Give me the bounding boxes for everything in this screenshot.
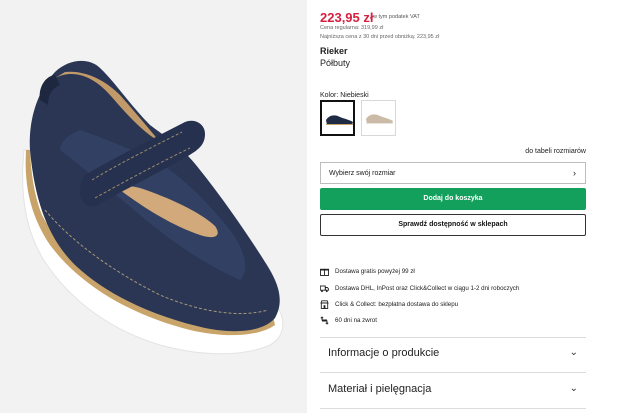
product-brand[interactable]: Rieker xyxy=(320,46,348,56)
beige-shoe-thumbnail xyxy=(366,114,393,124)
store-icon xyxy=(320,300,329,309)
divider xyxy=(320,372,586,373)
color-swatch-navy[interactable] xyxy=(320,100,355,136)
benefit-text: Dostawa DHL, InPost oraz Click&Collect w… xyxy=(335,285,520,292)
lowest-price-note: Najniższa cena z 30 dni przed obniżką: 2… xyxy=(320,34,440,40)
product-shoe-image xyxy=(22,60,284,355)
divider xyxy=(320,408,586,409)
benefit-text: 60 dni na zwrot xyxy=(335,317,377,324)
navy-shoe-thumbnail xyxy=(326,115,353,125)
check-store-availability-button[interactable]: Sprawdź dostępność w sklepach xyxy=(320,214,586,236)
accordion-product-info[interactable]: Informacje o produkcie ⌄ xyxy=(320,342,586,366)
product-page: 223,95 zł w tym podatek VAT Cena regular… xyxy=(0,0,620,413)
product-category: Półbuty xyxy=(320,58,351,68)
size-select-label: Wybierz swój rozmiar xyxy=(329,170,396,177)
return-icon xyxy=(320,316,329,325)
size-select[interactable]: Wybierz swój rozmiar › xyxy=(320,162,586,184)
accordion-title: Informacje o produkcie xyxy=(328,347,440,359)
chevron-right-icon: › xyxy=(573,168,576,178)
regular-price: Cena regularna: 319,99 zł xyxy=(320,25,384,31)
truck-icon xyxy=(320,285,329,293)
add-to-cart-button[interactable]: Dodaj do koszyka xyxy=(320,188,586,210)
accordion-title: Materiał i pielęgnacja xyxy=(328,383,432,395)
price-vat-note: w tym podatek VAT xyxy=(373,14,420,20)
product-price: 223,95 zł xyxy=(320,10,374,25)
color-label: Kolor: Niebieski xyxy=(320,92,369,99)
size-table-link[interactable]: do tabeli rozmiarów xyxy=(525,148,586,155)
benefit-text: Dostawa gratis powyżej 99 zł xyxy=(335,268,415,275)
gift-icon xyxy=(320,268,329,276)
color-swatch-beige[interactable] xyxy=(361,100,396,136)
chevron-down-icon: ⌄ xyxy=(569,383,578,394)
divider xyxy=(320,337,586,338)
chevron-down-icon: ⌄ xyxy=(569,347,578,358)
accordion-material-care[interactable]: Materiał i pielęgnacja ⌄ xyxy=(320,378,586,402)
product-image-panel[interactable] xyxy=(0,0,307,413)
benefit-text: Click & Collect: bezpłatna dostawa do sk… xyxy=(335,301,459,308)
